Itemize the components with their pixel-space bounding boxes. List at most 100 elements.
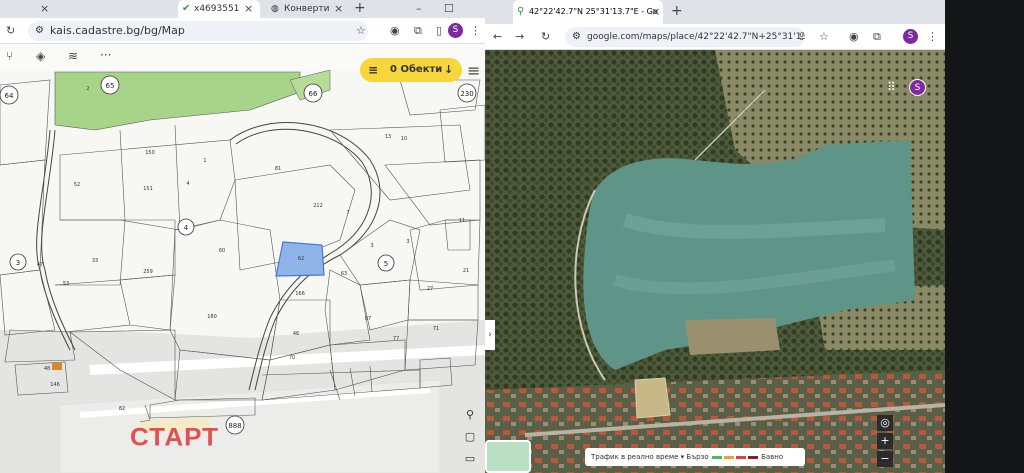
puzzle-icon[interactable]: ⧉ bbox=[414, 24, 422, 38]
parcel-label: 166 bbox=[295, 291, 305, 297]
parcel-label: 70 bbox=[289, 355, 295, 361]
traffic-slow-label: Бавно bbox=[761, 453, 784, 461]
url-text: google.com/maps/place/42°22'42.7"N+25°31… bbox=[587, 32, 805, 42]
parcel-label: 3 bbox=[370, 243, 373, 249]
parcel-label: 7 bbox=[346, 210, 349, 216]
rectangle-icon[interactable]: ▭ bbox=[463, 452, 477, 466]
reload-icon[interactable]: ↻ bbox=[541, 30, 550, 44]
close-icon[interactable]: × bbox=[244, 2, 253, 16]
satellite-map[interactable]: › ⠿ S ◎ + − bbox=[485, 50, 945, 473]
google-maps-browser-window: ⚲ 42°22'42.7"N 25°31'13.7"E - Go × + ← →… bbox=[485, 0, 945, 473]
parcel-label: 53 bbox=[63, 281, 69, 287]
parcel-label: 3 bbox=[406, 239, 409, 245]
collapse-panel-button[interactable]: › bbox=[485, 320, 495, 350]
tab-0[interactable] bbox=[0, 0, 40, 18]
site-settings-icon[interactable]: ⚙ bbox=[35, 21, 44, 41]
parcel-label: 47 bbox=[37, 262, 43, 268]
reload-icon[interactable]: ↻ bbox=[6, 24, 15, 38]
parcel-label: 77 bbox=[393, 336, 399, 342]
parcel-label: 27 bbox=[427, 286, 433, 292]
traffic-fast-label: Бързо bbox=[686, 453, 709, 461]
hamburger-icon: ≡ bbox=[368, 63, 379, 77]
parcel-label: 11 bbox=[459, 218, 465, 224]
my-location-icon[interactable]: ◎ bbox=[877, 415, 893, 431]
extension-icon[interactable]: ◉ bbox=[849, 30, 859, 44]
satellite-map-svg bbox=[485, 50, 945, 473]
parcel-label: 4 bbox=[186, 181, 189, 187]
zoom-out-button[interactable]: − bbox=[877, 451, 893, 467]
map-circle-label: 65 bbox=[106, 82, 115, 90]
url-field[interactable]: ⚙ google.com/maps/place/42°22'42.7"N+25°… bbox=[565, 27, 805, 47]
location-pin-icon[interactable]: ⚲ bbox=[463, 408, 477, 422]
close-icon[interactable]: × bbox=[40, 2, 49, 16]
menu-dots-icon[interactable]: ⋮ bbox=[470, 24, 481, 38]
profile-avatar[interactable]: S bbox=[903, 29, 918, 44]
traffic-legend[interactable]: Трафик в реално време ▾ Бързо Бавно bbox=[585, 448, 805, 466]
objects-button[interactable]: ≡ 0 Обекти ↓ bbox=[360, 58, 462, 82]
map-circle-label: 66 bbox=[309, 90, 318, 98]
back-icon[interactable]: ← bbox=[493, 30, 502, 44]
cadastral-map[interactable]: 64 65 66 230 4 5 3 888 2 52 150 151 1 81… bbox=[0, 69, 485, 473]
parcel-label: 2 bbox=[86, 86, 89, 92]
bookmark-star-icon[interactable]: ☆ bbox=[356, 24, 366, 38]
tab-maps[interactable]: ⚲ 42°22'42.7"N 25°31'13.7"E - Go bbox=[513, 0, 663, 24]
share-icon[interactable]: ⑂ bbox=[6, 49, 13, 63]
parcel-label: 81 bbox=[275, 166, 281, 172]
close-icon[interactable]: × bbox=[651, 5, 660, 19]
parcel-label: 60 bbox=[219, 248, 225, 254]
check-icon: ✔ bbox=[182, 3, 191, 14]
select-area-icon[interactable]: ▢ bbox=[463, 430, 477, 444]
traffic-bar-medium bbox=[723, 455, 734, 459]
main-menu-icon[interactable]: ≡ bbox=[467, 63, 480, 79]
monitor-bezel bbox=[945, 0, 1024, 473]
maximize-icon[interactable]: ☐ bbox=[444, 2, 454, 16]
url-text: kais.cadastre.bg/bg/Map bbox=[50, 24, 185, 37]
tab-label: x4693551 bbox=[194, 4, 240, 14]
maps-profile-avatar[interactable]: S bbox=[909, 79, 926, 96]
apps-grid-icon[interactable]: ⠿ bbox=[887, 80, 896, 94]
parcel-label: 212 bbox=[313, 203, 323, 209]
traffic-bar-very-slow bbox=[747, 455, 758, 459]
profile-avatar[interactable]: S bbox=[448, 23, 463, 38]
share-icon[interactable]: ⇪ bbox=[797, 30, 806, 44]
sidepanel-icon[interactable]: ▯ bbox=[436, 24, 442, 38]
parcel-label: 71 bbox=[433, 326, 439, 332]
globe-icon: ◍ bbox=[271, 4, 279, 14]
map-circle-label: 64 bbox=[5, 92, 14, 100]
url-field[interactable]: ⚙ kais.cadastre.bg/bg/Map bbox=[28, 21, 368, 41]
parcel-label: 146 bbox=[50, 382, 60, 388]
parcel-label: 63 bbox=[341, 271, 347, 277]
start-label: СТАРТ bbox=[130, 422, 220, 452]
forward-icon[interactable]: → bbox=[515, 30, 524, 44]
parcel-label: 259 bbox=[143, 269, 153, 275]
minimize-icon[interactable]: – bbox=[416, 2, 422, 16]
address-bar-row: ↻ ⚙ kais.cadastre.bg/bg/Map ☆ ◉ ⧉ ▯ S ⋮ bbox=[0, 18, 485, 44]
bookmark-star-icon[interactable]: ☆ bbox=[819, 30, 829, 44]
parcel-label: 67 bbox=[365, 316, 371, 322]
parcel-label: 48 bbox=[44, 366, 50, 372]
map-circle-label: 888 bbox=[228, 422, 241, 430]
layers-icon[interactable]: ◈ bbox=[36, 49, 45, 63]
layers-thumbnail[interactable] bbox=[485, 440, 531, 473]
close-icon[interactable]: × bbox=[334, 2, 343, 16]
map-circle-label: 3 bbox=[16, 259, 20, 267]
parcel-label: 52 bbox=[74, 182, 80, 188]
tab-strip: × ✔ x4693551 × ◍ Конверти × + – ☐ bbox=[0, 0, 485, 18]
traffic-bar-slow bbox=[735, 455, 746, 459]
menu-dots-icon[interactable]: ⋮ bbox=[927, 30, 938, 44]
extension-icon[interactable]: ◉ bbox=[390, 24, 400, 38]
parcel-label: 180 bbox=[207, 314, 217, 320]
address-bar-row: ← → ↻ ⚙ google.com/maps/place/42°22'42.7… bbox=[485, 24, 945, 50]
more-icon[interactable]: ··· bbox=[100, 48, 111, 62]
new-tab-icon[interactable]: + bbox=[354, 1, 366, 15]
map-circle-label: 4 bbox=[184, 224, 189, 232]
new-tab-icon[interactable]: + bbox=[671, 4, 683, 18]
stack-icon[interactable]: ≋ bbox=[68, 49, 78, 63]
puzzle-icon[interactable]: ⧉ bbox=[873, 30, 881, 44]
site-settings-icon[interactable]: ⚙ bbox=[572, 27, 581, 47]
parcel-label: 13 bbox=[385, 134, 391, 140]
cadastral-map-svg: 64 65 66 230 4 5 3 888 2 52 150 151 1 81… bbox=[0, 69, 485, 473]
parcel-label: 1 bbox=[203, 158, 206, 164]
tab-2[interactable]: ◍ Конверти bbox=[268, 0, 344, 18]
zoom-in-button[interactable]: + bbox=[877, 433, 893, 449]
